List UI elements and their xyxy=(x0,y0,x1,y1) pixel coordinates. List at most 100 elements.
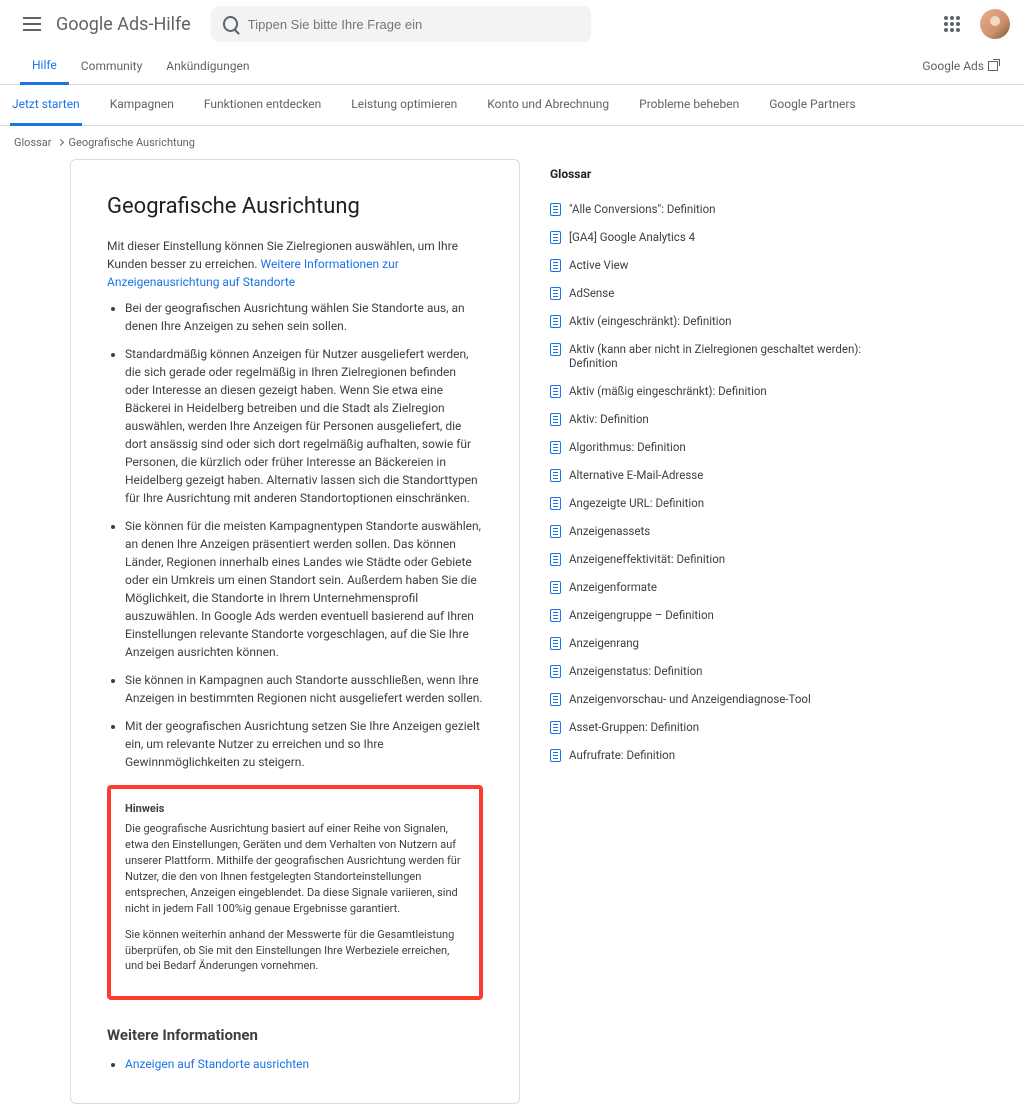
main-menu-button[interactable] xyxy=(14,6,50,42)
glossary-link[interactable]: Anzeigengruppe – Definition xyxy=(569,608,714,622)
glossary-link[interactable]: Algorithmus: Definition xyxy=(569,440,686,454)
document-icon xyxy=(550,693,561,706)
google-ads-external-link[interactable]: Google Ads xyxy=(916,49,1004,83)
glossary-link[interactable]: Aktiv: Definition xyxy=(569,412,649,426)
document-icon xyxy=(550,469,561,482)
tab-funktionen[interactable]: Funktionen entdecken xyxy=(202,85,323,125)
tab-partners[interactable]: Google Partners xyxy=(767,85,857,125)
bullet-item: Standardmäßig können Anzeigen für Nutzer… xyxy=(125,345,483,507)
glossary-item[interactable]: Anzeigenassets xyxy=(550,517,870,545)
tab-konto[interactable]: Konto und Abrechnung xyxy=(485,85,611,125)
primary-tabs: Hilfe Community Ankündigungen Google Ads xyxy=(0,48,1024,85)
document-icon xyxy=(550,721,561,734)
page-title: Geografische Ausrichtung xyxy=(107,190,483,223)
search-input[interactable] xyxy=(248,17,579,32)
note-box: Hinweis Die geografische Ausrichtung bas… xyxy=(107,785,483,1000)
glossary-link[interactable]: Anzeigenvorschau- und Anzeigendiagnose-T… xyxy=(569,692,811,706)
apps-button[interactable] xyxy=(934,6,970,42)
glossary-item[interactable]: Anzeigengruppe – Definition xyxy=(550,601,870,629)
avatar[interactable] xyxy=(980,9,1010,39)
tab-jetzt-starten[interactable]: Jetzt starten xyxy=(10,85,82,126)
glossary-item[interactable]: Algorithmus: Definition xyxy=(550,433,870,461)
glossary-item[interactable]: Anzeigeneffektivität: Definition xyxy=(550,545,870,573)
document-icon xyxy=(550,287,561,300)
glossary-link[interactable]: Aktiv (eingeschränkt): Definition xyxy=(569,314,731,328)
chevron-right-icon xyxy=(56,139,63,146)
glossary-item[interactable]: "Alle Conversions": Definition xyxy=(550,195,870,223)
apps-icon xyxy=(944,16,960,32)
note-heading: Hinweis xyxy=(125,801,465,817)
glossary-heading: Glossar xyxy=(550,167,870,181)
breadcrumb: Glossar Geografische Ausrichtung xyxy=(0,126,1024,159)
tab-community[interactable]: Community xyxy=(69,49,154,83)
glossary-link[interactable]: Anzeigeneffektivität: Definition xyxy=(569,552,725,566)
more-links-list: Anzeigen auf Standorte ausrichten xyxy=(107,1055,483,1073)
glossary-link[interactable]: Alternative E-Mail-Adresse xyxy=(569,468,703,482)
document-icon xyxy=(550,343,561,356)
glossary-link[interactable]: Aktiv (mäßig eingeschränkt): Definition xyxy=(569,384,767,398)
glossary-link[interactable]: Anzeigenstatus: Definition xyxy=(569,664,703,678)
tab-probleme[interactable]: Probleme beheben xyxy=(637,85,741,125)
more-link[interactable]: Anzeigen auf Standorte ausrichten xyxy=(125,1057,309,1071)
glossary-link[interactable]: Active View xyxy=(569,258,628,272)
glossary-link[interactable]: AdSense xyxy=(569,286,614,300)
glossary-item[interactable]: Aktiv: Definition xyxy=(550,405,870,433)
glossary-item[interactable]: Asset-Gruppen: Definition xyxy=(550,713,870,741)
glossary-item[interactable]: Alternative E-Mail-Adresse xyxy=(550,461,870,489)
document-icon xyxy=(550,609,561,622)
glossary-item[interactable]: Aktiv (eingeschränkt): Definition xyxy=(550,307,870,335)
document-icon xyxy=(550,385,561,398)
glossary-item[interactable]: Anzeigenrang xyxy=(550,629,870,657)
bullet-item: Sie können in Kampagnen auch Standorte a… xyxy=(125,671,483,707)
search-box[interactable] xyxy=(211,6,591,42)
document-icon xyxy=(550,497,561,510)
document-icon xyxy=(550,637,561,650)
document-icon xyxy=(550,203,561,216)
glossary-link[interactable]: Aktiv (kann aber nicht in Zielregionen g… xyxy=(569,342,870,370)
glossary-link[interactable]: Aufrufrate: Definition xyxy=(569,748,675,762)
note-paragraph: Sie können weiterhin anhand der Messwert… xyxy=(125,927,465,975)
glossary-item[interactable]: Aktiv (mäßig eingeschränkt): Definition xyxy=(550,377,870,405)
glossary-link[interactable]: Anzeigenassets xyxy=(569,524,650,538)
bullet-item: Sie können für die meisten Kampagnentype… xyxy=(125,517,483,661)
glossary-item[interactable]: Aktiv (kann aber nicht in Zielregionen g… xyxy=(550,335,870,377)
glossary-link[interactable]: "Alle Conversions": Definition xyxy=(569,202,715,216)
glossary-link[interactable]: Asset-Gruppen: Definition xyxy=(569,720,699,734)
glossary-item[interactable]: Anzeigenformate xyxy=(550,573,870,601)
tab-leistung[interactable]: Leistung optimieren xyxy=(349,85,459,125)
glossary-item[interactable]: [GA4] Google Analytics 4 xyxy=(550,223,870,251)
external-link-label: Google Ads xyxy=(922,59,984,73)
document-icon xyxy=(550,315,561,328)
tab-ankuendigungen[interactable]: Ankündigungen xyxy=(154,49,261,83)
bullet-list: Bei der geografischen Ausrichtung wählen… xyxy=(107,299,483,771)
glossary-item[interactable]: Active View xyxy=(550,251,870,279)
sidebar-glossary: Glossar "Alle Conversions": Definition [G… xyxy=(550,159,870,1104)
note-paragraph: Die geografische Ausrichtung basiert auf… xyxy=(125,821,465,917)
bullet-item: Mit der geografischen Ausrichtung setzen… xyxy=(125,717,483,771)
document-icon xyxy=(550,553,561,566)
glossary-link[interactable]: Anzeigenformate xyxy=(569,580,657,594)
glossary-item[interactable]: Angezeigte URL: Definition xyxy=(550,489,870,517)
external-link-icon xyxy=(988,61,998,71)
tab-kampagnen[interactable]: Kampagnen xyxy=(108,85,176,125)
glossary-link[interactable]: [GA4] Google Analytics 4 xyxy=(569,230,695,244)
document-icon xyxy=(550,231,561,244)
bullet-item: Bei der geografischen Ausrichtung wählen… xyxy=(125,299,483,335)
document-icon xyxy=(550,665,561,678)
document-icon xyxy=(550,259,561,272)
glossary-item[interactable]: Aufrufrate: Definition xyxy=(550,741,870,769)
document-icon xyxy=(550,441,561,454)
more-heading: Weitere Informationen xyxy=(107,1024,483,1047)
document-icon xyxy=(550,525,561,538)
tab-hilfe[interactable]: Hilfe xyxy=(20,48,69,85)
document-icon xyxy=(550,749,561,762)
glossary-link[interactable]: Angezeigte URL: Definition xyxy=(569,496,704,510)
glossary-link[interactable]: Anzeigenrang xyxy=(569,636,639,650)
glossary-item[interactable]: AdSense xyxy=(550,279,870,307)
site-title: Google Ads-Hilfe xyxy=(56,14,191,35)
breadcrumb-root[interactable]: Glossar xyxy=(14,136,52,149)
glossary-item[interactable]: Anzeigenstatus: Definition xyxy=(550,657,870,685)
glossary-item[interactable]: Anzeigenvorschau- und Anzeigendiagnose-T… xyxy=(550,685,870,713)
secondary-tabs: Jetzt starten Kampagnen Funktionen entde… xyxy=(0,85,1024,126)
search-icon xyxy=(223,16,238,32)
